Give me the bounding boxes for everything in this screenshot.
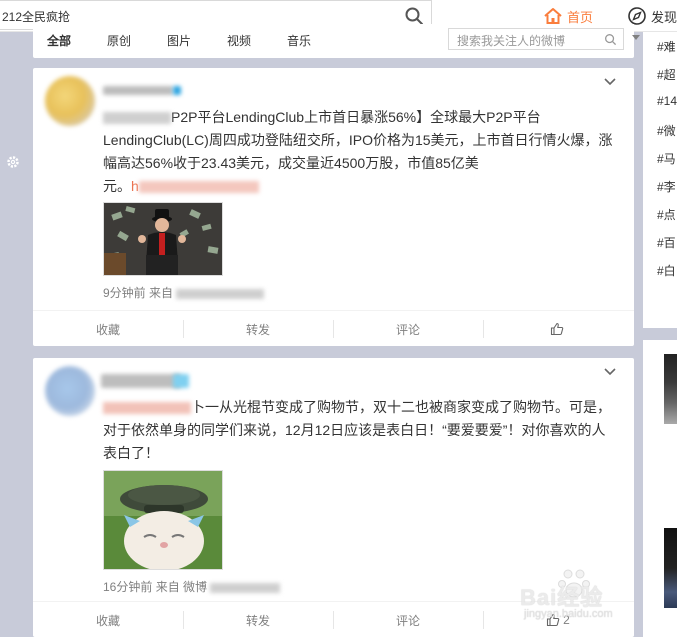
watermark-url: jingyan.baidu.com <box>524 608 613 620</box>
member-badge <box>173 374 189 388</box>
nav-discover-link[interactable]: 发现 <box>627 5 677 27</box>
nav-home-label: 首页 <box>567 9 594 25</box>
feed-search-input[interactable]: 搜索我关注人的微博 <box>448 28 624 50</box>
hot-topic-item[interactable]: #点 <box>657 206 676 223</box>
gear-icon[interactable] <box>6 155 20 169</box>
post-source-label: 来自 微博 <box>155 580 208 594</box>
compass-icon <box>628 7 646 25</box>
hot-topic-item[interactable]: #马 <box>657 150 676 167</box>
comment-label: 评论 <box>395 322 420 337</box>
home-icon <box>544 8 562 24</box>
comment-button[interactable]: 评论 <box>333 311 483 347</box>
tab-original[interactable]: 原创 <box>107 32 131 49</box>
repost-label: 转发 <box>245 613 270 628</box>
post-link[interactable]: h <box>131 178 139 194</box>
username[interactable] <box>101 374 181 388</box>
blurred-author <box>103 402 191 415</box>
repost-button[interactable]: 转发 <box>183 602 333 637</box>
post-text-line: 表白了！ <box>103 445 159 461</box>
post-timestamp[interactable]: 9分钟前 <box>103 286 146 300</box>
recommend-panel <box>643 340 677 637</box>
hot-topic-item[interactable]: #白 <box>657 262 676 279</box>
search-icon[interactable] <box>404 6 424 26</box>
search-icon[interactable] <box>604 33 617 46</box>
hot-topic-item[interactable]: #李 <box>657 178 676 195</box>
hot-topic-item[interactable]: #微 <box>657 122 676 139</box>
avatar[interactable] <box>45 366 95 416</box>
thumbs-up-icon <box>550 322 563 336</box>
feed-filter-tabs: 全部 原创 图片 视频 音乐 搜索我关注人的微博 <box>33 24 640 58</box>
recommend-image[interactable] <box>664 354 677 424</box>
watermark: Bai经验 jingyan.baidu.com <box>518 560 646 630</box>
post-text-line: 幅高达56%收于23.43美元，成交量近4500万股，市值85亿美 <box>103 155 479 171</box>
avatar[interactable] <box>45 76 95 126</box>
repost-button[interactable]: 转发 <box>183 311 333 347</box>
post-source[interactable] <box>210 582 281 593</box>
post-content: P2P平台LendingClub上市首日暴涨56%】全球最大P2P平台 Lend… <box>103 106 628 198</box>
hot-topic-item[interactable]: #难 <box>657 38 676 55</box>
feed-search-placeholder: 搜索我关注人的微博 <box>457 34 566 48</box>
verified-badge <box>173 86 181 95</box>
hot-topic-item[interactable]: #百 <box>657 234 676 251</box>
like-button[interactable] <box>483 311 633 347</box>
search-query-text: 212全民疯抢 <box>2 10 71 24</box>
post-timestamp[interactable]: 16分钟前 <box>103 580 152 594</box>
repost-label: 转发 <box>245 322 270 337</box>
blurred-link[interactable] <box>138 181 259 194</box>
username[interactable] <box>103 86 173 95</box>
post-meta: 9分钟前 来自 <box>103 284 265 301</box>
favorite-label: 收藏 <box>95 613 120 628</box>
action-bar: 收藏 转发 评论 <box>33 310 634 346</box>
hot-topic-item[interactable]: #14 <box>657 94 677 108</box>
favorite-label: 收藏 <box>95 322 120 337</box>
tab-music[interactable]: 音乐 <box>287 32 311 49</box>
man-in-suit-image <box>104 203 222 275</box>
chevron-down-icon[interactable] <box>632 35 640 40</box>
post-text-line: 元。 <box>103 178 131 194</box>
post-text-line: LendingClub(LC)周四成功登陆纽交所，IPO价格为15美元，上市首日… <box>103 132 613 148</box>
post-source-label: 来自 <box>149 286 174 300</box>
tab-all[interactable]: 全部 <box>47 32 71 49</box>
cat-with-hat-image <box>104 471 222 569</box>
post-text-line: 对于依然单身的同学们来说，12月12日应该是表白日！“要爱要爱”！对你喜欢的人 <box>103 422 606 438</box>
chevron-down-icon[interactable] <box>604 78 616 86</box>
post-image[interactable] <box>103 470 223 570</box>
comment-label: 评论 <box>395 613 420 628</box>
post-text-line: 卜一从光棍节变成了购物节，双十二也被商家变成了购物节。可是， <box>191 399 611 415</box>
blurred-author <box>103 112 171 125</box>
hot-topic-item[interactable]: #超 <box>657 66 676 83</box>
post-meta: 16分钟前 来自 微博 <box>103 578 281 595</box>
tab-images[interactable]: 图片 <box>167 32 191 49</box>
hot-topics-panel: #难 #超 #14 #微 #马 #李 #点 #百 #白 <box>643 32 677 328</box>
chevron-down-icon[interactable] <box>604 368 616 376</box>
post-source[interactable] <box>176 288 265 299</box>
nav-discover-label: 发现 <box>651 9 677 25</box>
recommend-image[interactable] <box>664 528 677 608</box>
post-text-line: P2P平台LendingClub上市首日暴涨56%】全球最大P2P平台 <box>171 109 541 125</box>
tab-videos[interactable]: 视频 <box>227 32 251 49</box>
favorite-button[interactable]: 收藏 <box>33 311 183 347</box>
favorite-button[interactable]: 收藏 <box>33 602 183 637</box>
comment-button[interactable]: 评论 <box>333 602 483 637</box>
post-content: 卜一从光棍节变成了购物节，双十二也被商家变成了购物节。可是， 对于依然单身的同学… <box>103 396 628 465</box>
post-image[interactable] <box>103 202 223 276</box>
feed-card: P2P平台LendingClub上市首日暴涨56%】全球最大P2P平台 Lend… <box>33 68 634 346</box>
